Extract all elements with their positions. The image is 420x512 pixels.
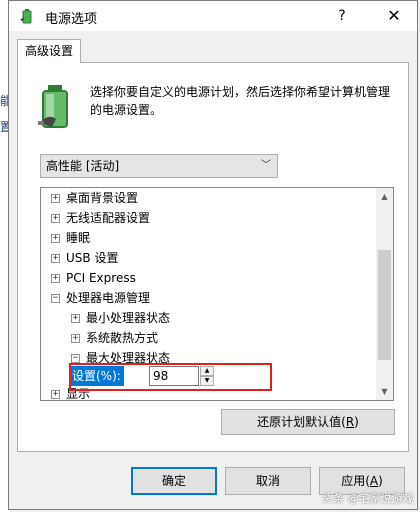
- scroll-down-icon[interactable]: ▼: [376, 383, 393, 400]
- power-plan-selected: 高性能 [活动]: [46, 159, 120, 173]
- tree-item-cooling-policy[interactable]: + 系统散热方式: [71, 328, 158, 348]
- expand-icon[interactable]: +: [51, 390, 60, 399]
- help-button[interactable]: ?: [327, 5, 357, 27]
- chevron-down-icon: ﹀: [261, 160, 271, 171]
- power-options-icon: [20, 9, 32, 24]
- tree-item-label: PCI Express: [66, 271, 136, 285]
- restore-accelerator: R: [345, 415, 355, 429]
- tree-item-label: 睡眠: [66, 231, 91, 245]
- window-title: 电源选项: [45, 12, 98, 27]
- tree-item-processor-power[interactable]: − 处理器电源管理: [51, 288, 150, 308]
- battery-plug-icon: [38, 85, 68, 128]
- expand-icon[interactable]: +: [51, 274, 60, 283]
- title-bar[interactable]: 电源选项 ? ✕: [9, 1, 417, 31]
- scroll-up-icon[interactable]: ▲: [376, 188, 393, 205]
- expand-icon[interactable]: +: [71, 334, 80, 343]
- highlight-annotation: [69, 363, 272, 391]
- cancel-button[interactable]: 取消: [225, 467, 311, 495]
- tree-item-pci-express[interactable]: + PCI Express: [51, 268, 136, 288]
- scrollbar-thumb[interactable]: [378, 250, 391, 360]
- advanced-settings-panel: 选择你要自定义的电源计划，然后选择你希望计算机管理的电源设置。 高性能 [活动]…: [17, 62, 409, 452]
- tree-item-label: 系统散热方式: [86, 331, 159, 345]
- tab-advanced-settings[interactable]: 高级设置: [17, 39, 81, 63]
- tree-item-label: 桌面背景设置: [66, 191, 139, 205]
- expand-icon[interactable]: +: [51, 214, 60, 223]
- restore-defaults-button[interactable]: 还原计划默认值(R): [221, 409, 395, 435]
- restore-label-post: ): [354, 415, 359, 429]
- apply-label-post: ): [378, 474, 383, 488]
- collapse-icon[interactable]: −: [71, 354, 80, 363]
- power-options-dialog: 电源选项 ? ✕ 高级设置 选择你要自定义的电源计划，然后选择你希望计算机管理的…: [8, 0, 418, 510]
- expand-icon[interactable]: +: [71, 314, 80, 323]
- tree-item-label: 无线适配器设置: [66, 211, 151, 225]
- restore-label-pre: 还原计划默认值(: [257, 415, 346, 429]
- expand-icon[interactable]: +: [51, 234, 60, 243]
- tree-item-desktop-background[interactable]: + 桌面背景设置: [51, 188, 138, 208]
- ok-button[interactable]: 确定: [131, 467, 217, 495]
- instruction-text: 选择你要自定义的电源计划，然后选择你希望计算机管理的电源设置。: [90, 85, 391, 117]
- expand-icon[interactable]: +: [51, 254, 60, 263]
- apply-accelerator: A: [369, 474, 379, 488]
- tree-item-label: 最小处理器状态: [86, 311, 171, 325]
- expand-icon[interactable]: +: [51, 194, 60, 203]
- tree-item-usb[interactable]: + USB 设置: [51, 248, 118, 268]
- power-plan-dropdown[interactable]: 高性能 [活动] ﹀: [40, 154, 278, 178]
- tree-item-sleep[interactable]: + 睡眠: [51, 228, 90, 248]
- close-button[interactable]: ✕: [379, 5, 409, 27]
- watermark-text: 头条 @宅家说游戏: [322, 492, 414, 505]
- tree-item-label: USB 设置: [66, 251, 119, 265]
- tree-item-label: 处理器电源管理: [66, 291, 151, 305]
- tree-scrollbar[interactable]: ▲ ▼: [376, 188, 393, 400]
- apply-label-pre: 应用(: [341, 474, 370, 488]
- tree-item-wireless-adapter[interactable]: + 无线适配器设置: [51, 208, 150, 228]
- tree-item-min-processor-state[interactable]: + 最小处理器状态: [71, 308, 170, 328]
- collapse-icon[interactable]: −: [51, 294, 60, 303]
